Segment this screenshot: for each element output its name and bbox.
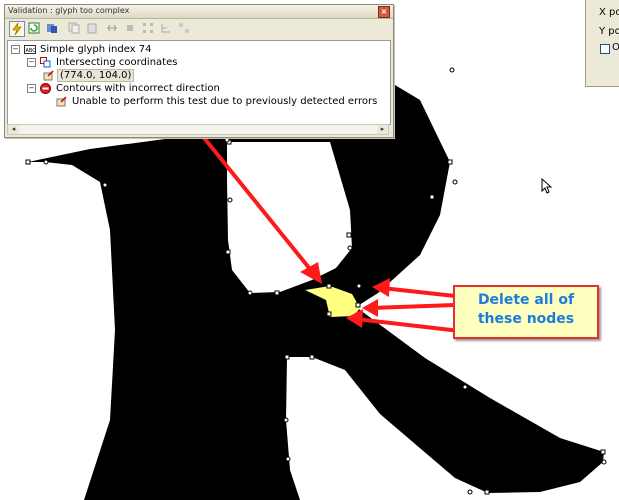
window-title: Validation : glyph too complex bbox=[8, 6, 130, 15]
callout-line-2: these nodes bbox=[477, 311, 575, 327]
stop-button[interactable] bbox=[123, 21, 139, 37]
collapse-icon[interactable]: − bbox=[27, 58, 36, 67]
validation-tree[interactable]: − ABC Simple glyph index 74 − Intersecti… bbox=[7, 40, 391, 125]
node-pin-icon bbox=[56, 96, 67, 107]
flip-icon bbox=[107, 24, 117, 32]
horizontal-scrollbar[interactable]: ◂ ▸ bbox=[7, 124, 389, 135]
scroll-left-icon[interactable]: ◂ bbox=[8, 125, 19, 134]
collapse-icon[interactable]: − bbox=[11, 45, 20, 54]
flip-button[interactable] bbox=[105, 21, 121, 37]
x-position-label: X po bbox=[599, 7, 619, 18]
paste-icon bbox=[87, 23, 97, 34]
coordinates-panel: X po Y po O bbox=[585, 0, 619, 87]
nodes-button[interactable] bbox=[141, 21, 157, 37]
tree-icon bbox=[161, 24, 170, 33]
grid-icon bbox=[179, 23, 189, 33]
window-title-bar[interactable]: Validation : glyph too complex × bbox=[5, 5, 393, 19]
error-stop-icon bbox=[40, 83, 51, 94]
scroll-right-icon[interactable]: ▸ bbox=[377, 125, 388, 134]
tree-button[interactable] bbox=[159, 21, 175, 37]
refresh-icon bbox=[28, 22, 40, 34]
lightning-icon bbox=[12, 23, 22, 35]
validation-toolbar bbox=[5, 19, 393, 39]
svg-text:ABC: ABC bbox=[26, 48, 37, 54]
tree-label-direction: Contours with incorrect direction bbox=[56, 83, 220, 94]
fix-all-button[interactable] bbox=[45, 21, 61, 37]
options-button[interactable] bbox=[177, 21, 193, 37]
tree-label-coordinate: (774.0, 104.0) bbox=[57, 69, 135, 82]
node-pin-icon bbox=[43, 70, 54, 81]
tree-label-root: Simple glyph index 74 bbox=[40, 44, 152, 55]
tree-label-unable: Unable to perform this test due to previ… bbox=[72, 96, 378, 107]
tree-label-intersecting: Intersecting coordinates bbox=[56, 57, 178, 68]
close-button[interactable]: × bbox=[378, 6, 390, 18]
y-position-label: Y po bbox=[599, 26, 619, 37]
intersect-icon bbox=[40, 57, 51, 68]
glyph-abc-icon: ABC bbox=[24, 44, 37, 55]
option-checkbox[interactable] bbox=[600, 44, 610, 54]
callout-line-1: Delete all of bbox=[477, 292, 575, 308]
copy-icon bbox=[68, 22, 80, 34]
mouse-pointer-icon bbox=[541, 177, 553, 198]
paste-button[interactable] bbox=[85, 21, 101, 37]
refresh-button[interactable] bbox=[27, 21, 43, 37]
fix-icon bbox=[47, 24, 57, 33]
option-checkbox-label: O bbox=[612, 42, 619, 53]
validation-window[interactable]: Validation : glyph too complex × − ABC S… bbox=[4, 4, 394, 138]
annotation-callout: Delete all of these nodes bbox=[453, 285, 599, 339]
collapse-icon[interactable]: − bbox=[27, 84, 36, 93]
validate-button[interactable] bbox=[9, 21, 25, 37]
nodes-icon bbox=[143, 23, 153, 33]
copy-button[interactable] bbox=[67, 21, 83, 37]
square-icon bbox=[127, 25, 133, 31]
